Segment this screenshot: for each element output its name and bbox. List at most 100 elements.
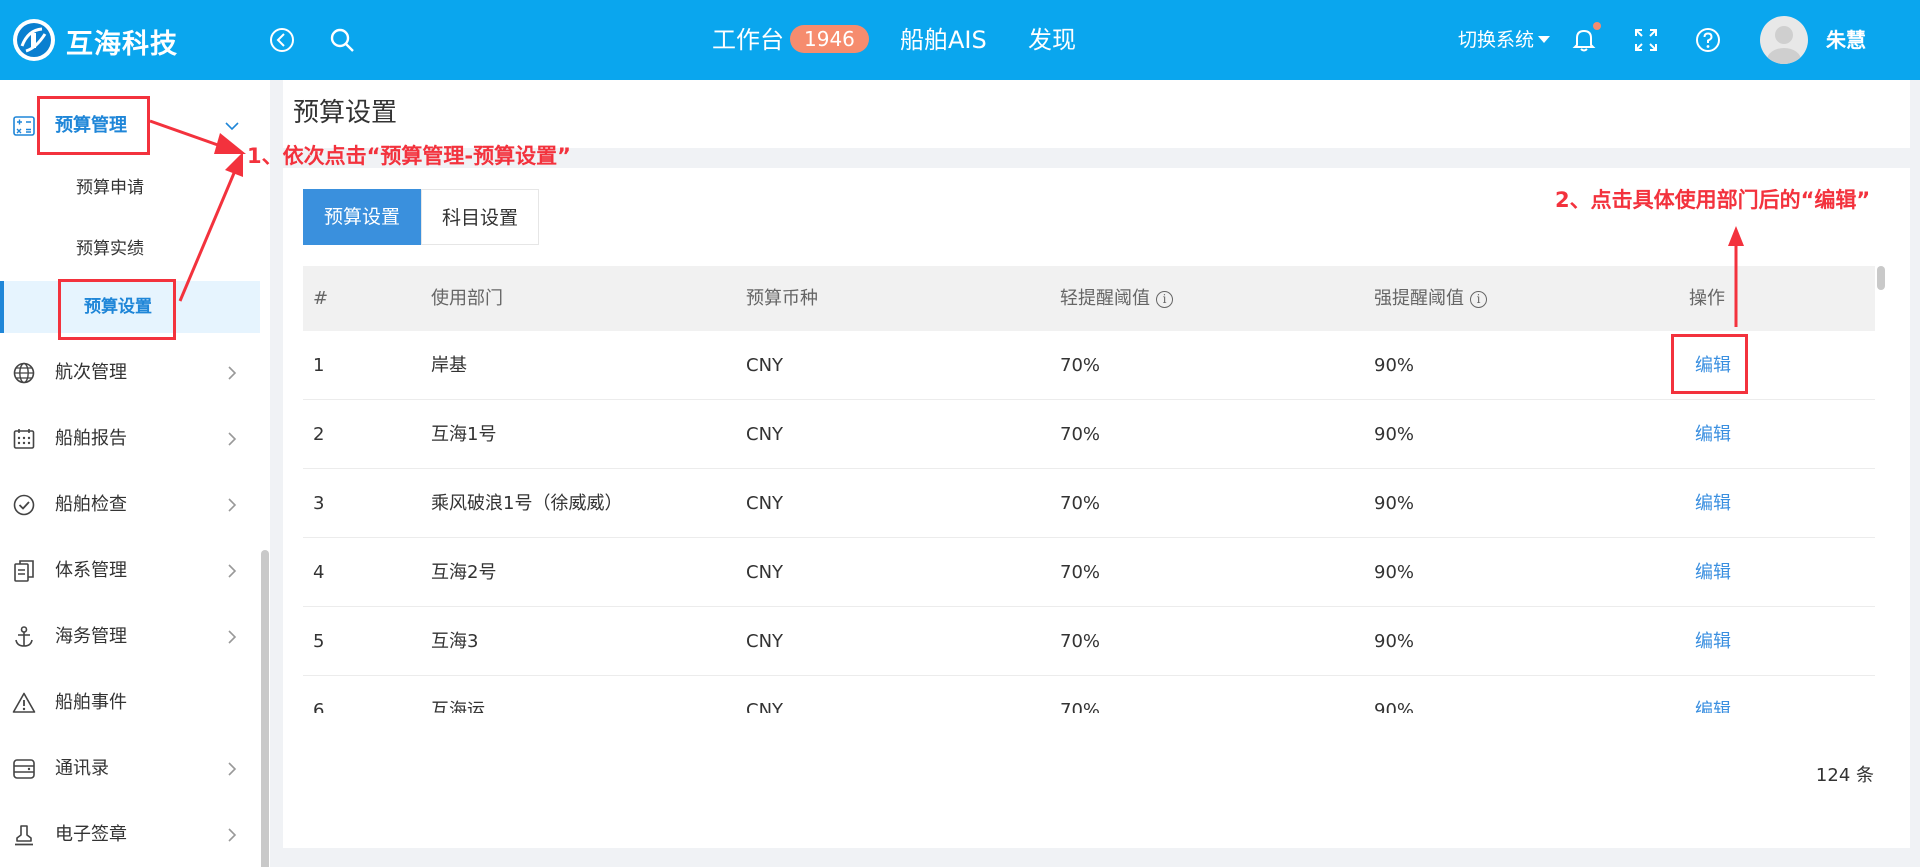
cell-index: 6 [313, 700, 325, 713]
column-header-department: 使用部门 [431, 288, 503, 309]
tab-budget-settings[interactable]: 预算设置 [303, 189, 421, 245]
fullscreen-icon[interactable] [1632, 26, 1660, 54]
table-scrollbar[interactable] [1877, 266, 1885, 290]
cell-currency: CNY [746, 424, 784, 445]
sidebar-item-ship-events[interactable]: 船舶事件 [0, 675, 260, 731]
annotation-step-1: 1、依次点击“预算管理-预算设置” [247, 144, 571, 168]
cell-currency: CNY [746, 631, 784, 652]
cell-department: 互海2号 [431, 562, 497, 583]
cell-light-threshold: 70% [1060, 631, 1101, 652]
cell-light-threshold: 70% [1060, 355, 1101, 376]
table-row: 6 互海运 CNY 70% 90% 编辑 [303, 676, 1875, 713]
sidebar-item-marine-affairs[interactable]: 海务管理 [0, 609, 260, 665]
column-header-label: 轻提醒阈值 [1060, 288, 1150, 309]
cell-department: 岸基 [431, 355, 467, 376]
sidebar-subitem-budget-actual[interactable]: 预算实绩 [0, 223, 260, 275]
cell-department: 互海1号 [431, 424, 497, 445]
table-row: 5 互海3 CNY 70% 90% 编辑 [303, 607, 1875, 676]
top-bar: 互海科技 工作台 1946 船舶AIS 发现 切换系统 朱慧 [0, 0, 1920, 80]
nav-workbench-label: 工作台 [712, 26, 784, 54]
edit-link[interactable]: 编辑 [1695, 698, 1731, 713]
column-header-index: # [313, 288, 329, 309]
chevron-right-icon [228, 564, 237, 578]
edit-link[interactable]: 编辑 [1695, 491, 1731, 516]
nav-discover[interactable]: 发现 [1028, 22, 1076, 58]
cell-index: 5 [313, 631, 325, 652]
info-icon[interactable]: i [1156, 291, 1173, 308]
chevron-down-icon [225, 122, 239, 131]
sidebar-item-e-signature[interactable]: 电子签章 [0, 807, 260, 863]
cell-strong-threshold: 90% [1374, 355, 1415, 376]
back-icon[interactable] [268, 26, 296, 54]
cell-currency: CNY [746, 355, 784, 376]
sidebar-item-contacts[interactable]: 通讯录 [0, 741, 260, 797]
tab-subject-settings[interactable]: 科目设置 [421, 189, 539, 245]
table-row: 4 互海2号 CNY 70% 90% 编辑 [303, 538, 1875, 607]
sidebar-subitem-label: 预算申请 [76, 178, 144, 198]
warning-icon [12, 692, 36, 713]
cell-strong-threshold: 90% [1374, 424, 1415, 445]
column-header-action: 操作 [1689, 288, 1725, 309]
sidebar-item-system-management[interactable]: 体系管理 [0, 543, 260, 599]
sidebar-item-label: 体系管理 [55, 560, 127, 581]
stamp-icon [15, 825, 33, 846]
chevron-right-icon [228, 498, 237, 512]
contacts-icon [13, 759, 35, 779]
nav-ship-ais[interactable]: 船舶AIS [900, 22, 987, 58]
table-row: 1 岸基 CNY 70% 90% 编辑 [303, 331, 1875, 400]
info-icon[interactable]: i [1470, 291, 1487, 308]
sidebar-item-voyage-management[interactable]: 航次管理 [0, 345, 260, 401]
sidebar-item-label: 船舶报告 [55, 428, 127, 449]
table-body[interactable]: 1 岸基 CNY 70% 90% 编辑 2 互海1号 CNY 70% 90% 编… [303, 331, 1875, 713]
globe-icon [13, 362, 35, 384]
table-row: 2 互海1号 CNY 70% 90% 编辑 [303, 400, 1875, 469]
total-count: 124 条 [1815, 765, 1874, 786]
edit-link[interactable]: 编辑 [1695, 560, 1731, 585]
user-avatar[interactable] [1760, 16, 1808, 64]
sidebar-item-label: 船舶事件 [55, 692, 127, 713]
help-icon[interactable] [1694, 26, 1722, 54]
budget-settings-panel: 预算设置 科目设置 # 使用部门 预算币种 轻提醒阈值 i 强提醒阈值 i 操作 1… [283, 168, 1910, 848]
sidebar-scrollbar[interactable] [261, 550, 269, 867]
chevron-right-icon [228, 828, 237, 842]
column-header-label: 强提醒阈值 [1374, 288, 1464, 309]
brand-name: 互海科技 [66, 29, 178, 60]
column-header-strong-threshold: 强提醒阈值 i [1374, 286, 1487, 311]
cell-currency: CNY [746, 562, 784, 583]
avatar-silhouette-icon [1767, 26, 1801, 64]
calculator-icon [13, 116, 35, 136]
sidebar-item-label: 船舶检查 [55, 494, 127, 515]
sidebar-subitem-label: 预算实绩 [76, 239, 144, 259]
sidebar-item-label: 航次管理 [55, 362, 127, 383]
nav-workbench[interactable]: 工作台 1946 [712, 22, 869, 58]
bell-icon[interactable] [1570, 26, 1598, 54]
switch-system-dropdown[interactable]: 切换系统 [1458, 26, 1551, 54]
calendar-icon [13, 429, 35, 449]
chevron-right-icon [228, 432, 237, 446]
notification-dot [1593, 22, 1601, 30]
cell-department: 互海3 [431, 631, 479, 652]
page-title: 预算设置 [293, 98, 398, 128]
cell-strong-threshold: 90% [1374, 631, 1415, 652]
sidebar-item-label: 通讯录 [55, 758, 109, 779]
workbench-badge: 1946 [790, 25, 869, 53]
sidebar-item-ship-report[interactable]: 船舶报告 [0, 411, 260, 467]
sidebar-subitem-budget-apply[interactable]: 预算申请 [0, 162, 260, 214]
cell-light-threshold: 70% [1060, 700, 1101, 713]
switch-system-label: 切换系统 [1458, 29, 1535, 51]
cell-light-threshold: 70% [1060, 424, 1101, 445]
cell-index: 2 [313, 424, 325, 445]
sidebar-item-label: 电子签章 [55, 824, 127, 845]
column-header-light-threshold: 轻提醒阈值 i [1060, 286, 1173, 311]
company-logo[interactable] [12, 18, 56, 62]
page-header: 预算设置 [283, 80, 1910, 148]
sidebar-item-ship-inspection[interactable]: 船舶检查 [0, 477, 260, 533]
username[interactable]: 朱慧 [1826, 26, 1866, 54]
edit-link[interactable]: 编辑 [1695, 422, 1731, 447]
cell-index: 3 [313, 493, 325, 514]
chevron-right-icon [228, 762, 237, 776]
edit-link[interactable]: 编辑 [1695, 629, 1731, 654]
cell-currency: CNY [746, 700, 784, 713]
search-icon[interactable] [328, 26, 356, 54]
chevron-right-icon [228, 630, 237, 644]
